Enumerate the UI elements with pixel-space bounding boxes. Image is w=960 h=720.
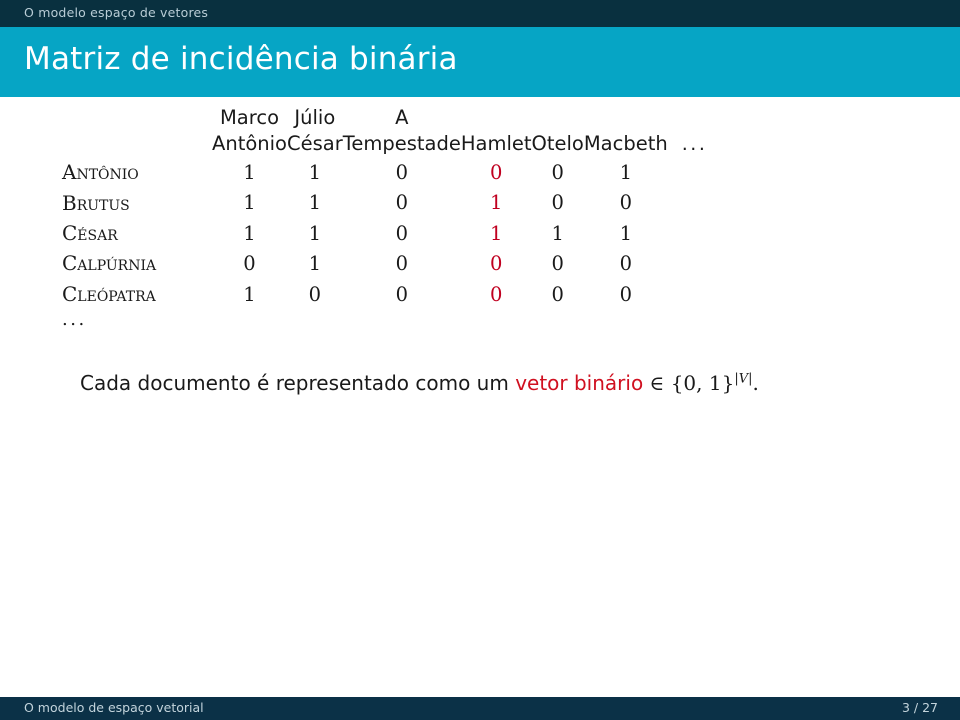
slide-footer-bar: O modelo de espaço vetorial 3 / 27 — [0, 697, 960, 720]
matrix-cell: 0 — [551, 252, 564, 276]
caption-math: ∈ {0, 1} — [643, 371, 735, 395]
matrix-cell: 0 — [619, 282, 632, 306]
table-row-ellipsis: ... — [62, 309, 707, 330]
matrix-cell: 0 — [619, 252, 632, 276]
matrix-corner-cell — [62, 105, 212, 157]
matrix-cell: 0 — [551, 282, 564, 306]
matrix-cell: 0 — [619, 191, 632, 215]
matrix-cell: 0 — [395, 282, 408, 306]
matrix-cell: 1 — [619, 161, 632, 185]
footer-title: O modelo de espaço vetorial — [24, 700, 204, 715]
matrix-cell-empty — [668, 188, 708, 218]
slide-content: Marco Antônio Júlio César A Tempestade H… — [0, 97, 960, 697]
matrix-cell: 1 — [243, 282, 256, 306]
caption-accent-text: vetor binário — [515, 371, 644, 395]
matrix-cell: 0 — [395, 221, 408, 245]
breadcrumb: O modelo espaço de vetores — [24, 5, 209, 20]
matrix-cell: 0 — [551, 191, 564, 215]
table-row: Antônio 1 1 0 0 0 1 — [62, 157, 707, 187]
matrix-cell: 0 — [243, 252, 256, 276]
matrix-cell: 1 — [308, 191, 322, 215]
matrix-cell: 0 — [395, 161, 408, 185]
matrix-cell: 1 — [243, 191, 256, 215]
matrix-header: Marco Antônio Júlio César A Tempestade H… — [62, 105, 707, 157]
matrix-cell: 0 — [551, 161, 564, 185]
matrix-cell: 1 — [243, 161, 256, 185]
column-header-line1: Otelo — [531, 132, 584, 156]
table-row: Brutus 1 1 0 1 0 0 — [62, 188, 707, 218]
column-header-julio-cesar: Júlio César — [287, 105, 343, 157]
matrix-cell: 0 — [308, 282, 322, 306]
caption-exponent: |V| — [734, 371, 752, 386]
matrix-cell-highlighted: 1 — [489, 221, 503, 245]
matrix-cell: 1 — [308, 161, 322, 185]
row-label-cleopatra: Cleópatra — [62, 281, 156, 306]
matrix-cell: 0 — [395, 191, 408, 215]
matrix-cell: 1 — [551, 221, 564, 245]
caption-line: Cada documento é representado como um ve… — [80, 371, 759, 395]
column-header-line1: Macbeth — [583, 132, 668, 156]
matrix-header-row: Marco Antônio Júlio César A Tempestade H… — [62, 105, 707, 157]
top-navigation-bar: O modelo espaço de vetores — [0, 0, 960, 27]
matrix-body: Antônio 1 1 0 0 0 1 Brutus 1 1 0 1 0 0 C — [62, 157, 707, 330]
matrix-cell: 1 — [243, 221, 256, 245]
matrix-cell-highlighted: 0 — [489, 282, 503, 306]
column-header-macbeth: Macbeth — [584, 105, 668, 157]
column-header-ellipsis: ... — [668, 105, 708, 157]
column-header-marco-antonio: Marco Antônio — [212, 105, 287, 157]
matrix-cell: 0 — [395, 252, 408, 276]
column-header-line1: A — [395, 106, 409, 129]
caption-period: . — [752, 371, 759, 395]
column-header-a-tempestade: A Tempestade — [343, 105, 461, 157]
row-label-brutus: Brutus — [62, 190, 130, 215]
column-header-line1: Marco — [219, 106, 279, 129]
matrix-cell-highlighted: 1 — [489, 191, 503, 215]
matrix-cell-highlighted: 0 — [489, 252, 503, 276]
column-header-hamlet: Hamlet — [461, 105, 532, 157]
column-header-line2: César — [286, 132, 343, 156]
slide-title-bar: Matriz de incidência binária — [0, 27, 960, 97]
row-label-calpurnia: Calpúrnia — [62, 251, 157, 276]
column-header-line2: Tempestade — [342, 132, 461, 156]
table-row: Calpúrnia 0 1 0 0 0 0 — [62, 248, 707, 278]
binary-incidence-matrix: Marco Antônio Júlio César A Tempestade H… — [62, 105, 707, 330]
column-header-line2: Antônio — [212, 132, 287, 156]
column-header-line1: Júlio — [294, 106, 336, 129]
column-header-line1: Hamlet — [460, 132, 532, 156]
caption-exponent-var: V — [738, 371, 749, 387]
slide-number: 3 / 27 — [901, 700, 938, 715]
matrix-cell-empty — [668, 248, 708, 278]
column-header-otelo: Otelo — [532, 105, 584, 157]
table-row: César 1 1 0 1 1 1 — [62, 218, 707, 248]
matrix-cell-empty — [668, 157, 708, 187]
page-title: Matriz de incidência binária — [24, 41, 458, 77]
row-label-cesar: César — [62, 221, 118, 246]
matrix-row-ellipsis: ... — [62, 309, 87, 331]
matrix-cell-empty — [668, 279, 708, 309]
matrix-cell: 1 — [619, 221, 632, 245]
caption-part1: Cada documento é representado como um — [80, 371, 516, 395]
matrix-cell-empty — [668, 218, 708, 248]
table-row: Cleópatra 1 0 0 0 0 0 — [62, 279, 707, 309]
row-label-antonio: Antônio — [62, 160, 139, 185]
matrix-cell-highlighted: 0 — [489, 161, 503, 185]
column-header-line1: ... — [681, 132, 708, 155]
matrix-cell: 1 — [308, 221, 322, 245]
matrix-cell: 1 — [308, 252, 322, 276]
